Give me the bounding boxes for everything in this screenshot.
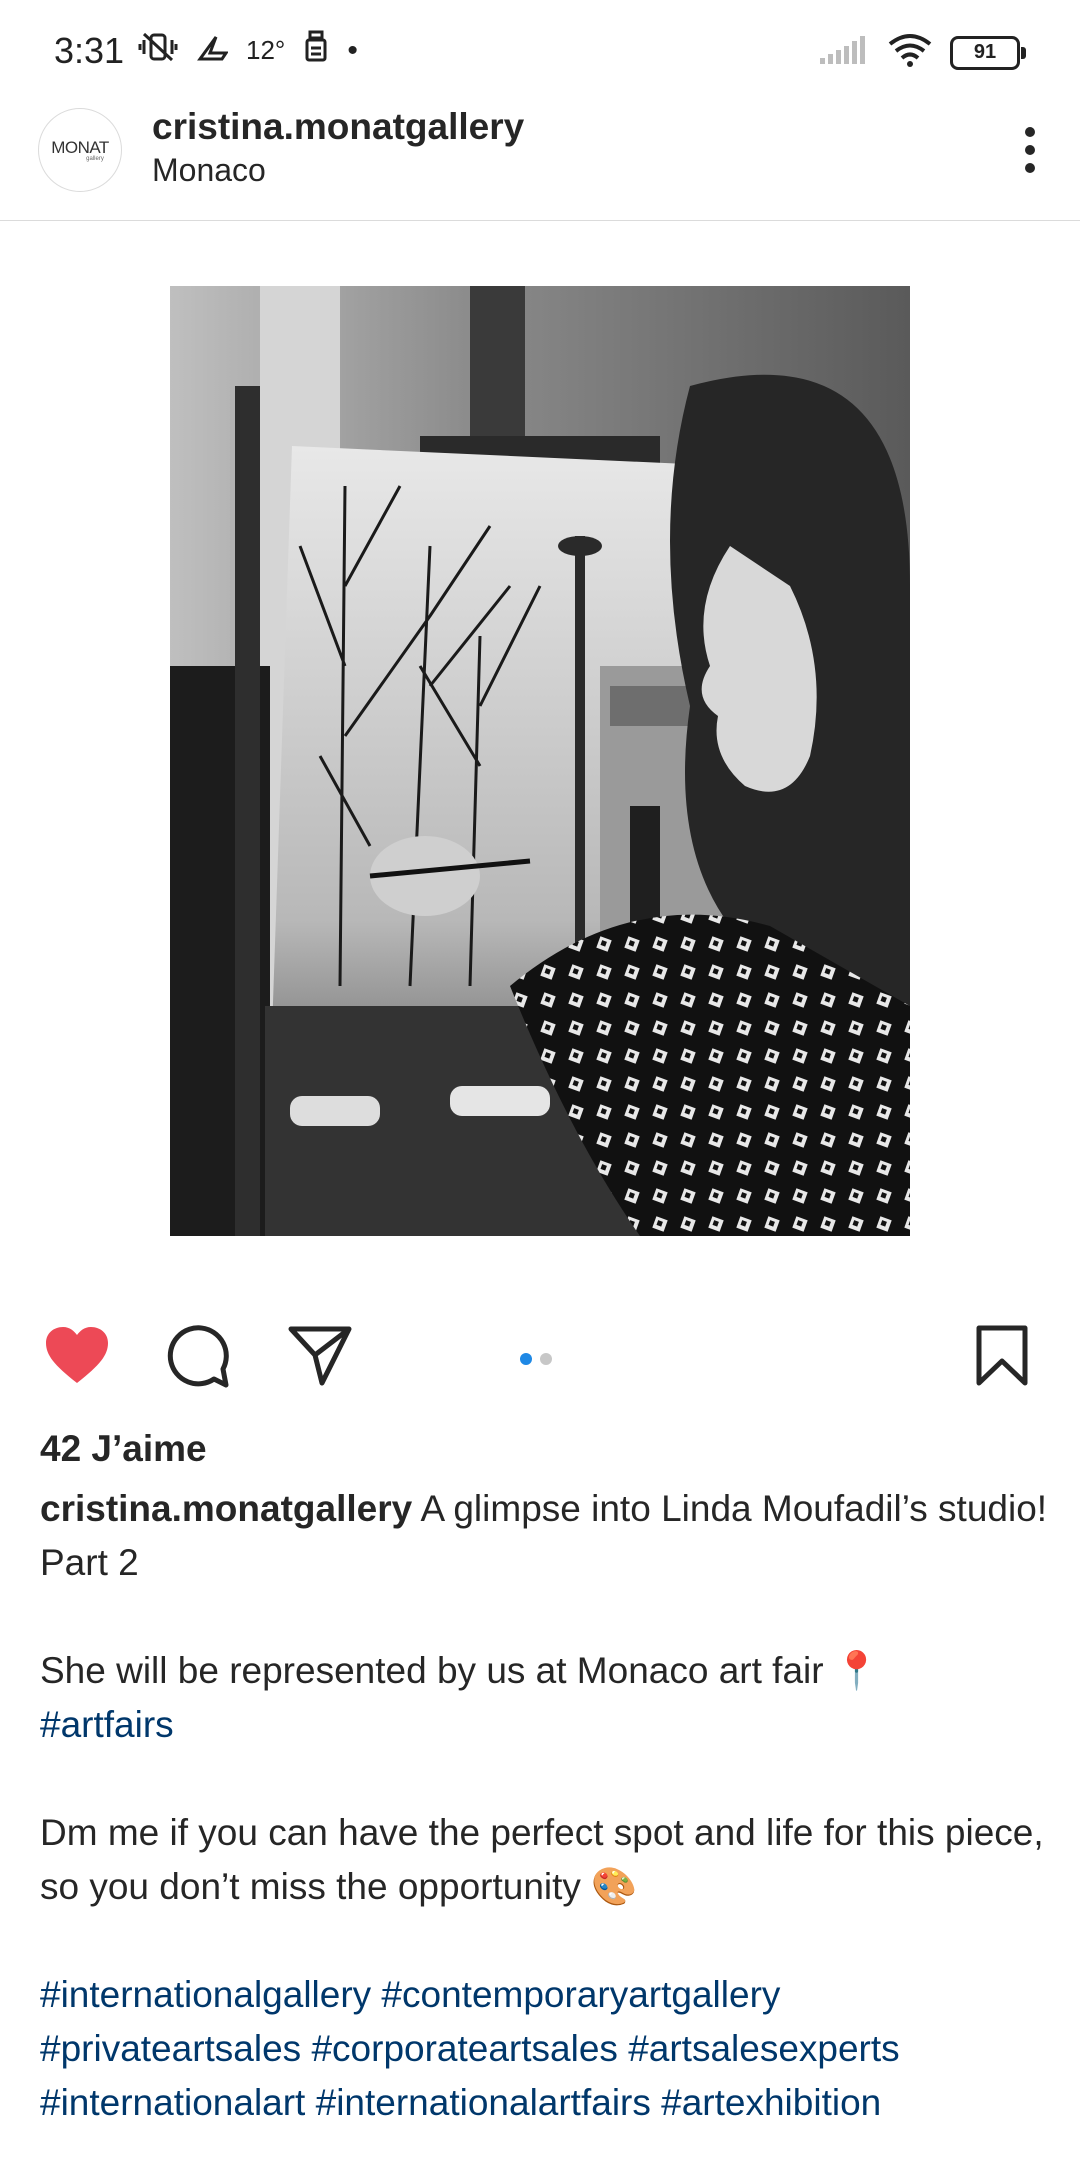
caption-paragraph-2: She will be represented by us at Monaco … <box>40 1644 1050 1752</box>
post-location[interactable]: Monaco <box>152 152 266 189</box>
notification-dot-icon: • <box>347 33 358 67</box>
post-image[interactable] <box>170 286 910 1236</box>
status-left-icons: 12° • <box>138 30 358 71</box>
more-options-button[interactable] <box>1010 122 1050 178</box>
avatar[interactable]: MONAT gallery <box>38 108 122 192</box>
hashtag-link[interactable]: #artfairs <box>40 1704 174 1745</box>
caption-username[interactable]: cristina.monatgallery <box>40 1488 412 1529</box>
like-button[interactable] <box>44 1325 110 1390</box>
post-header: MONAT gallery cristina.monatgallery Mona… <box>0 100 1080 221</box>
hashtags-line-3[interactable]: #internationalart #internationalartfairs… <box>40 2082 881 2123</box>
weather-icon <box>196 31 229 70</box>
comment-button[interactable] <box>166 1325 230 1394</box>
avatar-logo-text: MONAT <box>51 138 109 157</box>
heart-filled-icon <box>46 1327 108 1383</box>
carousel-dot <box>540 1353 552 1365</box>
hashtags-line-2[interactable]: #privateartsales #corporateartsales #art… <box>40 2028 900 2069</box>
status-temperature: 12° <box>246 35 286 65</box>
alarm-icon <box>303 30 329 71</box>
bookmark-icon <box>976 1325 1028 1386</box>
caption-text-2: She will be represented by us at Monaco … <box>40 1650 880 1691</box>
vibrate-off-icon <box>138 30 178 71</box>
post-username[interactable]: cristina.monatgallery <box>152 106 524 148</box>
status-time: 3:31 <box>54 30 125 71</box>
post-caption: cristina.monatgallery A glimpse into Lin… <box>40 1482 1050 2184</box>
comment-icon <box>167 1325 229 1388</box>
signal-icon <box>818 34 870 71</box>
avatar-logo-subtext: gallery <box>86 156 104 162</box>
share-button[interactable] <box>288 1325 352 1392</box>
caption-paragraph-3: Dm me if you can have the perfect spot a… <box>40 1806 1050 1914</box>
wifi-icon <box>886 32 934 73</box>
carousel-dot-active <box>520 1353 532 1365</box>
status-bar: 3:31 12° • 91 <box>0 0 1080 100</box>
caption-paragraph-1: cristina.monatgallery A glimpse into Lin… <box>40 1482 1050 1590</box>
studio-photo <box>170 286 910 1236</box>
caption-hashtags: #internationalgallery #contemporaryartga… <box>40 1968 1050 2130</box>
hashtags-line-1[interactable]: #internationalgallery #contemporaryartga… <box>40 1974 780 2015</box>
send-icon <box>288 1326 352 1386</box>
battery-icon: 91 <box>950 35 1026 70</box>
post-actions <box>0 1325 1080 1395</box>
status-right-icons: 91 <box>818 32 1026 73</box>
likes-count[interactable]: 42 J’aime <box>40 1428 207 1470</box>
caption-text-3: Dm me if you can have the perfect spot a… <box>40 1812 1044 1907</box>
save-button[interactable] <box>976 1325 1028 1392</box>
carousel-indicator <box>520 1353 552 1365</box>
more-vertical-icon <box>1025 127 1035 173</box>
